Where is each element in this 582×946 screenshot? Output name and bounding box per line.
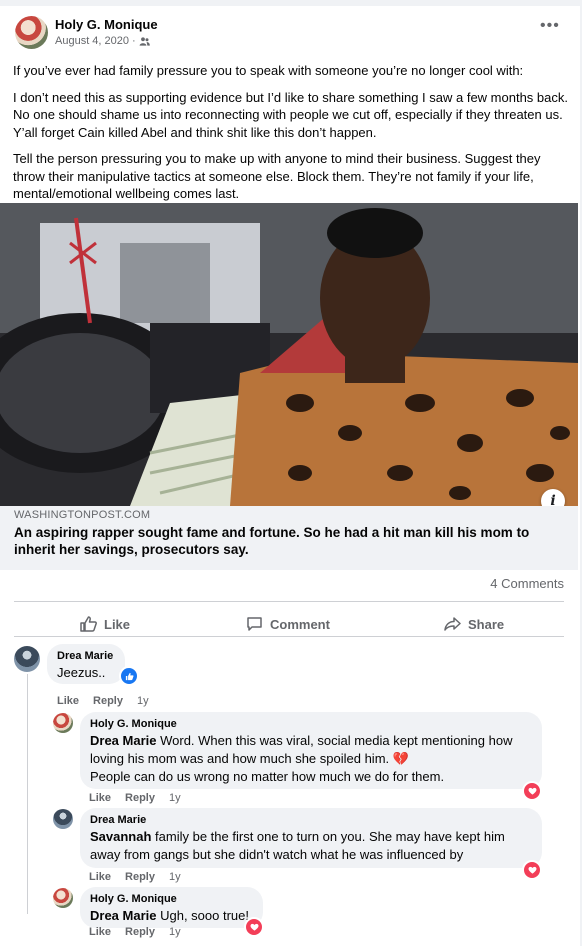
comment-icon xyxy=(247,617,262,631)
comment-author[interactable]: Drea Marie xyxy=(57,650,115,662)
comment-text: People can do us wrong no matter how muc… xyxy=(90,769,445,784)
comment-actions: Like Reply 1y xyxy=(57,695,149,707)
post-paragraph: I don’t need this as supporting evidence… xyxy=(13,89,568,140)
thread-line xyxy=(27,674,28,914)
comment-text: family be the first one to turn on you. … xyxy=(90,829,505,862)
commenter-avatar[interactable] xyxy=(53,713,73,733)
meta-separator: · xyxy=(132,35,136,47)
commenter-avatar[interactable] xyxy=(53,809,73,829)
link-domain: WASHINGTONPOST.COM xyxy=(14,509,151,521)
like-reaction-icon[interactable] xyxy=(119,666,139,686)
comment-time[interactable]: 1y xyxy=(169,926,181,938)
divider xyxy=(14,601,564,602)
comment-actions: Like Reply 1y xyxy=(89,926,181,938)
link-preview-box[interactable]: WASHINGTONPOST.COM An aspiring rapper so… xyxy=(0,506,578,570)
love-reaction-icon[interactable] xyxy=(522,860,542,880)
post-meta: August 4, 2020 · xyxy=(55,35,150,47)
post-text: If you’ve ever had family pressure you t… xyxy=(13,62,568,212)
comment-mention[interactable]: Drea Marie xyxy=(90,733,156,748)
comment-bubble: Holy G. Monique Drea Marie Word. When th… xyxy=(80,712,542,789)
love-reaction-icon[interactable] xyxy=(522,781,542,801)
comment-button[interactable]: Comment xyxy=(246,612,330,636)
post-paragraph: Tell the person pressuring you to make u… xyxy=(13,151,541,201)
comment-author[interactable]: Holy G. Monique xyxy=(90,893,253,905)
thumbs-up-icon xyxy=(80,616,97,632)
comment-like-link[interactable]: Like xyxy=(57,695,79,707)
like-button[interactable]: Like xyxy=(80,612,130,636)
more-options-icon[interactable]: ••• xyxy=(540,18,560,34)
comment-actions: Like Reply 1y xyxy=(89,871,181,883)
link-title[interactable]: An aspiring rapper sought fame and fortu… xyxy=(14,524,564,558)
comment-time[interactable]: 1y xyxy=(169,871,181,883)
comment-bubble: Holy G. Monique Drea Marie Ugh, sooo tru… xyxy=(80,887,263,928)
share-label: Share xyxy=(468,616,505,632)
comment-reply-link[interactable]: Reply xyxy=(93,695,123,707)
comment-mention[interactable]: Drea Marie xyxy=(90,908,156,923)
post-date[interactable]: August 4, 2020 xyxy=(55,35,129,47)
divider xyxy=(14,636,564,637)
author-name[interactable]: Holy G. Monique xyxy=(55,17,158,32)
comment-reply-link[interactable]: Reply xyxy=(125,792,155,804)
share-icon xyxy=(444,617,461,631)
comment-like-link[interactable]: Like xyxy=(89,926,111,938)
comment-reply-link[interactable]: Reply xyxy=(125,926,155,938)
comment-count[interactable]: 4 Comments xyxy=(490,576,564,591)
love-reaction-icon[interactable] xyxy=(244,917,264,937)
commenter-avatar[interactable] xyxy=(53,888,73,908)
comment-label: Comment xyxy=(270,616,330,632)
comment-author[interactable]: Holy G. Monique xyxy=(90,718,532,730)
comment-bubble: Drea Marie Savannah family be the first … xyxy=(80,808,542,868)
comment-text: Ugh, sooo true! xyxy=(160,908,249,923)
friends-audience-icon[interactable] xyxy=(139,36,150,46)
share-button[interactable]: Share xyxy=(444,612,504,636)
comment-mention[interactable]: Savannah xyxy=(90,829,151,844)
commenter-avatar[interactable] xyxy=(14,646,40,672)
comment-reply-link[interactable]: Reply xyxy=(125,871,155,883)
comment-like-link[interactable]: Like xyxy=(89,792,111,804)
comment-author[interactable]: Drea Marie xyxy=(90,814,532,826)
comment-time[interactable]: 1y xyxy=(169,792,181,804)
comment-actions: Like Reply 1y xyxy=(89,792,181,804)
comment-text: Jeezus.. xyxy=(57,665,106,680)
like-label: Like xyxy=(104,616,131,632)
post-paragraph: If you’ve ever had family pressure you t… xyxy=(13,63,524,78)
author-avatar[interactable] xyxy=(15,16,48,49)
link-preview-image[interactable] xyxy=(0,203,578,506)
post-card: Holy G. Monique August 4, 2020 · ••• If … xyxy=(0,6,580,946)
comment-time[interactable]: 1y xyxy=(137,695,149,707)
comment-bubble: Drea Marie Jeezus.. xyxy=(47,644,125,684)
comment-like-link[interactable]: Like xyxy=(89,871,111,883)
